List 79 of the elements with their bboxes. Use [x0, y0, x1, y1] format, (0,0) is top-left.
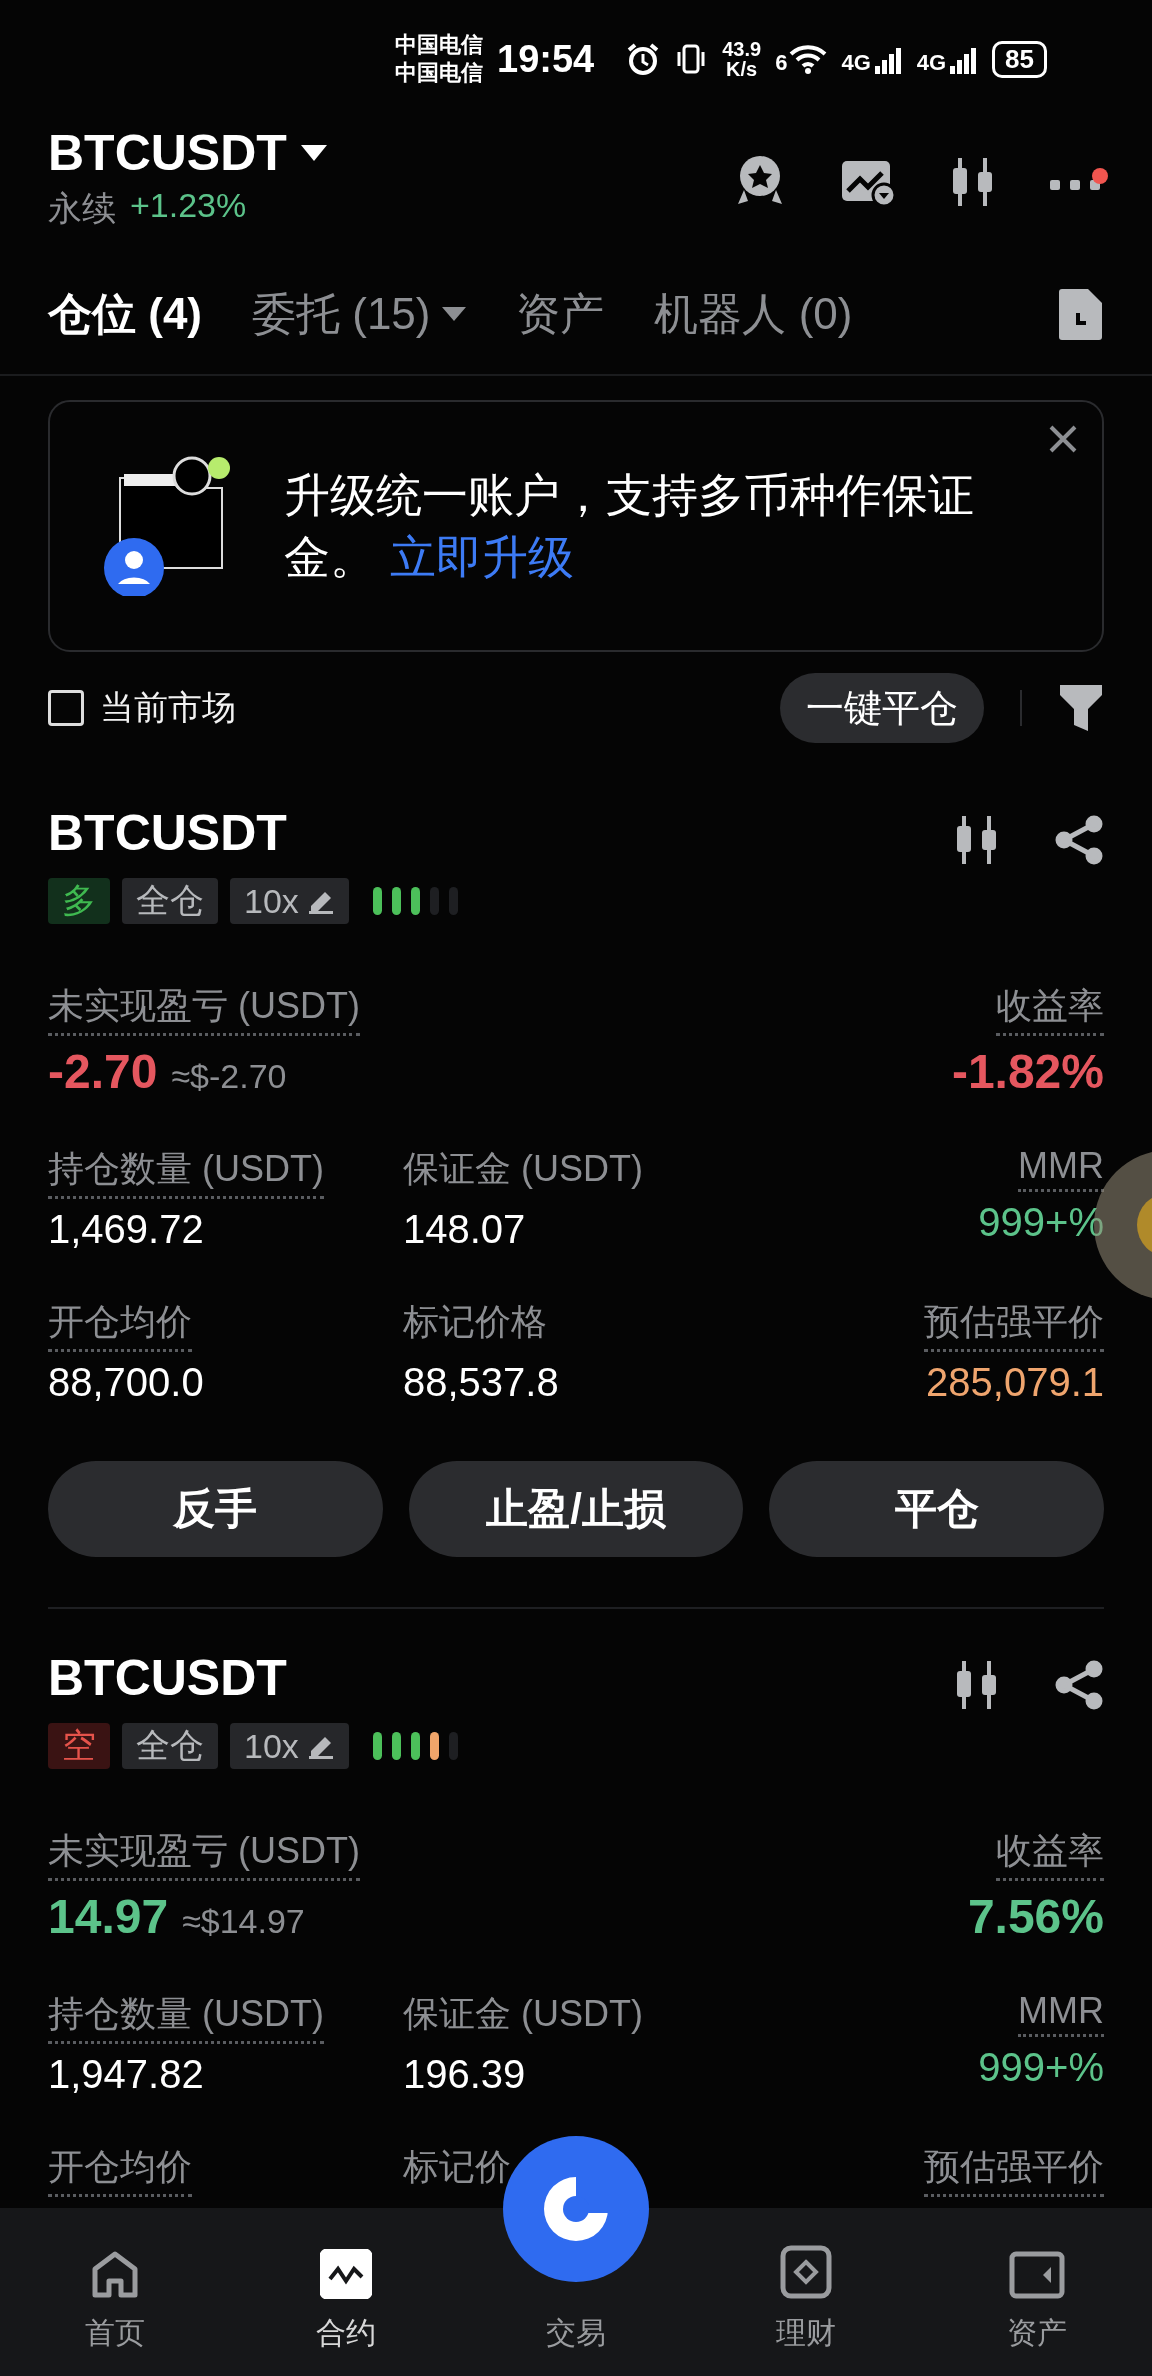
metric-value: 285,079.1 [926, 1360, 1104, 1405]
nav-item[interactable]: 交易 [460, 2313, 692, 2376]
position-action-button[interactable]: 止盈/止损 [408, 1461, 744, 1557]
metric-label: 收益率 [996, 982, 1104, 1036]
margin-mode-tag: 全仓 [122, 878, 218, 924]
metric-value: 999+% [978, 2045, 1104, 2090]
checkbox[interactable] [48, 690, 84, 726]
caret-icon [300, 145, 327, 161]
network-type: 4G [916, 52, 947, 74]
metric-label: 开仓均价 [48, 1298, 192, 1352]
position-action-button[interactable]: 反手 [48, 1461, 383, 1557]
unrealized-pnl: 14.97 [48, 1889, 169, 1944]
price-change: +1.23% [130, 186, 247, 226]
carrier-name: 中国电信 [395, 31, 483, 59]
usd-equivalent: ≈$-2.70 [171, 1057, 287, 1096]
metric-value: 88,700.0 [48, 1360, 204, 1405]
pulse-chart-icon [319, 2249, 372, 2299]
metric-label: 标记价格 [403, 1300, 547, 1344]
wifi-generation: 6 [775, 52, 788, 74]
metric-label: 收益率 [996, 1827, 1104, 1881]
nav-item[interactable]: 合约 [230, 2249, 461, 2376]
metric-value: 148.07 [403, 1207, 526, 1252]
metric-label: 持仓数量 (USDT) [48, 1990, 324, 2044]
wallet-icon [1008, 2251, 1065, 2299]
metric-value: 999+% [978, 1200, 1104, 1245]
roi-value: 7.56% [967, 1889, 1104, 1944]
metric-label: 未实现盈亏 (USDT) [48, 982, 360, 1036]
tab[interactable]: 仓位 (4) [48, 284, 202, 344]
usd-equivalent: ≈$14.97 [182, 1902, 305, 1941]
metric-value: 196.39 [403, 2052, 526, 2097]
metric-label: 预估强平价 [924, 2143, 1104, 2197]
tab[interactable]: 委托 (15) [252, 284, 467, 344]
nav-item[interactable]: 理财 [691, 2245, 922, 2376]
nav-item[interactable]: 首页 [0, 2249, 231, 2376]
share-icon[interactable] [1054, 1659, 1104, 1711]
wifi-icon [789, 44, 828, 74]
metric-label: 开仓均价 [48, 2143, 192, 2197]
battery-level: 85 [992, 40, 1048, 78]
nav-item[interactable]: 资产 [921, 2251, 1152, 2376]
checkbox-label: 当前市场 [100, 687, 237, 728]
tab[interactable]: 机器人 (0) [654, 284, 853, 344]
carrier-name: 中国电信 [395, 59, 483, 87]
metric-value: 88,537.8 [403, 1360, 559, 1405]
share-icon[interactable] [1054, 814, 1104, 866]
document-clock-icon[interactable] [1058, 287, 1104, 341]
margin-mode-tag: 全仓 [122, 1723, 218, 1769]
metric-label: 未实现盈亏 (USDT) [48, 1827, 360, 1881]
network-type: 4G [841, 52, 871, 74]
metric-label: 保证金 (USDT) [403, 1992, 643, 2036]
tab[interactable]: 资产 [516, 284, 605, 344]
clock-time: 19:54 [497, 37, 595, 81]
close-all-button[interactable]: 一键平仓 [780, 673, 984, 743]
alarm-icon [626, 42, 661, 76]
filter-icon[interactable] [1058, 683, 1104, 733]
close-icon[interactable] [1048, 424, 1078, 454]
leverage-button[interactable]: 10x [230, 878, 349, 924]
symbol-selector[interactable]: BTCUSDT [48, 124, 327, 182]
side-tag: 多 [48, 878, 110, 924]
position-action-button[interactable]: 平仓 [769, 1461, 1104, 1557]
network-speed: 43.9 [722, 39, 762, 59]
leverage-button[interactable]: 10x [230, 1723, 349, 1769]
banner-message: 升级统一账户，支持多币种作保证金。 立即升级 [284, 468, 975, 585]
diamond-card-icon [780, 2245, 833, 2299]
upgrade-link[interactable]: 立即升级 [390, 531, 574, 583]
metric-label: 标记价 [403, 2145, 511, 2189]
metric-value: 1,469.72 [48, 1207, 204, 1252]
position-symbol: BTCUSDT [48, 804, 288, 862]
side-tag: 空 [48, 1723, 110, 1769]
metric-label: MMR [1018, 1990, 1104, 2037]
metric-label: MMR [1018, 1145, 1104, 1192]
roi-value: -1.82% [951, 1044, 1104, 1099]
metric-label: 保证金 (USDT) [403, 1147, 643, 1191]
metric-value: 1,947.82 [48, 2052, 204, 2097]
contract-type: 永续 [48, 188, 116, 229]
metric-label: 预估强平价 [924, 1298, 1104, 1352]
unrealized-pnl: -2.70 [48, 1044, 158, 1099]
speed-unit: K/s [726, 59, 758, 79]
metric-label: 持仓数量 (USDT) [48, 1145, 324, 1199]
position-symbol: BTCUSDT [48, 1649, 288, 1707]
